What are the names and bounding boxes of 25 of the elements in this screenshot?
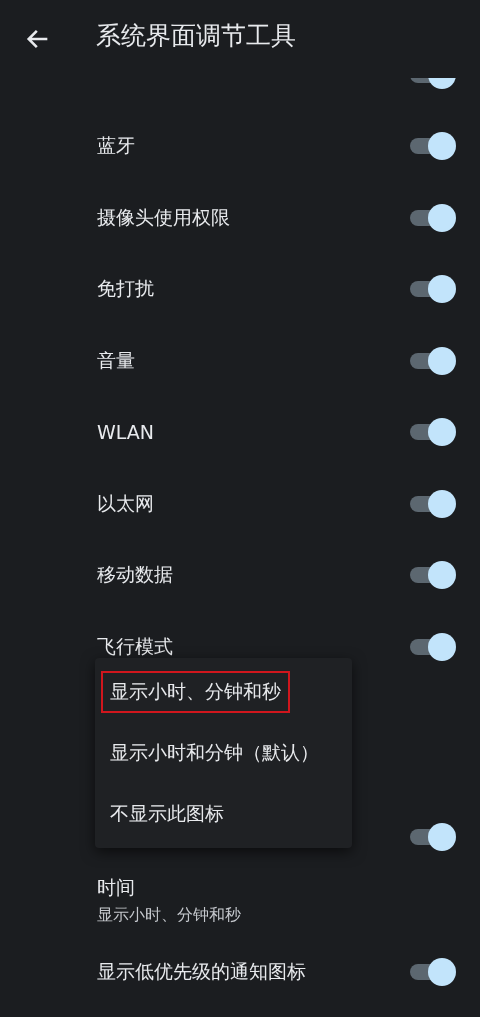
- setting-label: 音量: [97, 347, 136, 373]
- setting-label: 移动数据: [97, 562, 174, 588]
- page-title: 系统界面调节工具: [96, 19, 296, 52]
- setting-summary: 显示小时、分钟和秒: [97, 904, 242, 926]
- toggle-switch[interactable]: [410, 132, 456, 161]
- setting-label: 蓝牙: [97, 133, 136, 159]
- toggle-switch[interactable]: [410, 957, 456, 986]
- toggle-switch[interactable]: [410, 632, 456, 661]
- setting-label: WLAN: [97, 421, 156, 444]
- toggle-switch[interactable]: [410, 346, 456, 375]
- toggle-switch[interactable]: [410, 203, 456, 232]
- setting-label: 摄像头使用权限: [97, 204, 231, 230]
- menu-option[interactable]: 显示小时和分钟（默认）: [101, 732, 328, 774]
- setting-label: 时间: [97, 874, 136, 900]
- setting-label: 显示低优先级的通知图标: [97, 958, 307, 984]
- toggle-switch[interactable]: [410, 822, 456, 851]
- toggle-switch[interactable]: [410, 275, 456, 304]
- setting-label: 以太网: [97, 490, 155, 516]
- menu-option[interactable]: 不显示此图标: [101, 792, 233, 835]
- setting-label: 飞行模式: [97, 633, 174, 659]
- toggle-switch[interactable]: [410, 418, 456, 447]
- menu-option[interactable]: 显示小时、分钟和秒: [101, 671, 290, 714]
- setting-label: 免打扰: [97, 276, 155, 302]
- toggle-switch[interactable]: [410, 489, 456, 518]
- toggle-switch[interactable]: [410, 561, 456, 590]
